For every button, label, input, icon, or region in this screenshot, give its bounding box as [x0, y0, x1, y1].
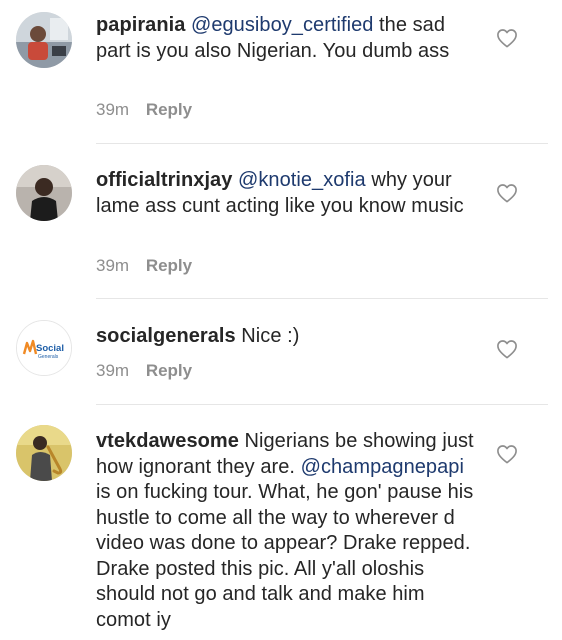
- comment-username[interactable]: papirania: [96, 14, 185, 36]
- comment-mention[interactable]: @egusiboy_certified: [191, 14, 373, 36]
- logo-subtext: Generals: [38, 354, 59, 360]
- comment-timestamp: 39m: [96, 361, 130, 380]
- comment-body: socialgenerals Nice :): [96, 324, 480, 350]
- reply-button[interactable]: Reply: [146, 100, 192, 119]
- comment-username[interactable]: officialtrinxjay: [96, 169, 232, 191]
- comment-body: officialtrinxjay @knotie_xofia why your …: [96, 168, 480, 219]
- social-generals-logo: Social Generals: [17, 321, 71, 375]
- comment-timestamp: 39m: [96, 256, 130, 275]
- avatar[interactable]: [16, 165, 72, 221]
- comment-meta: 39m Reply: [96, 361, 192, 381]
- heart-outline-icon[interactable]: [496, 183, 518, 203]
- avatar[interactable]: [16, 12, 72, 68]
- comment-mention[interactable]: @champagnepapi: [301, 456, 464, 478]
- avatar[interactable]: [16, 425, 72, 481]
- comment-username[interactable]: socialgenerals: [96, 325, 236, 347]
- heart-outline-icon[interactable]: [496, 339, 518, 359]
- comment-meta: 39m Reply: [96, 100, 192, 120]
- reply-button[interactable]: Reply: [146, 256, 192, 275]
- comment-body: papirania @egusiboy_certified the sad pa…: [96, 13, 480, 64]
- comment-body: vtekdawesome Nigerians be showing just h…: [96, 429, 480, 633]
- reply-button[interactable]: Reply: [146, 361, 192, 380]
- comment-text: is on fucking tour. What, he gon' pause …: [96, 481, 474, 631]
- comment-text: Nice :): [235, 325, 300, 347]
- heart-outline-icon[interactable]: [496, 28, 518, 48]
- logo-text: Social: [36, 343, 64, 354]
- divider: [96, 143, 548, 144]
- heart-outline-icon[interactable]: [496, 444, 518, 464]
- comment-mention[interactable]: @knotie_xofia: [238, 169, 366, 191]
- comment-meta: 39m Reply: [96, 256, 192, 276]
- comment-timestamp: 39m: [96, 100, 130, 119]
- avatar[interactable]: Social Generals: [16, 320, 72, 376]
- divider: [96, 298, 548, 299]
- comment-username[interactable]: vtekdawesome: [96, 430, 239, 452]
- divider: [96, 404, 548, 405]
